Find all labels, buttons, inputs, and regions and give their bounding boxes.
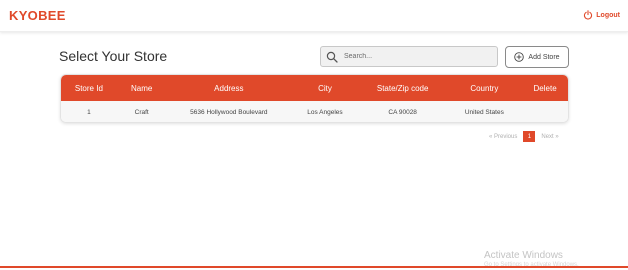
column-header-country: Country: [470, 83, 499, 93]
pagination: « Previous 1 Next »: [489, 131, 559, 142]
logout-label: Logout: [596, 11, 620, 19]
add-store-button[interactable]: Add Store: [505, 46, 569, 68]
search-box[interactable]: [320, 46, 498, 67]
page-number-current[interactable]: 1: [523, 131, 536, 142]
top-navbar: KYOBEE Logout: [0, 0, 628, 32]
cell-state-zip: CA 90028: [388, 109, 417, 116]
brand-logo[interactable]: KYOBEE: [9, 8, 66, 23]
cell-city: Los Angeles: [307, 109, 343, 116]
stores-table: Store Id Name Address City State/Zip cod…: [60, 74, 569, 123]
search-icon: [326, 51, 338, 63]
column-header-state-zip: State/Zip code: [376, 83, 429, 93]
plus-circle-icon: [514, 52, 525, 62]
column-header-name: Name: [131, 83, 153, 93]
next-page-link[interactable]: Next »: [541, 134, 558, 140]
previous-page-link[interactable]: « Previous: [489, 134, 517, 140]
bottom-accent-line: [0, 266, 628, 268]
search-input[interactable]: [344, 53, 484, 60]
table-row[interactable]: 1 Craft 5636 Hollywood Boulevard Los Ang…: [61, 101, 568, 122]
cell-delete[interactable]: [522, 101, 568, 122]
column-header-delete: Delete: [533, 83, 557, 93]
page-title: Select Your Store: [59, 48, 168, 64]
cell-store-id: 1: [87, 109, 91, 116]
cell-address: 5636 Hollywood Boulevard: [190, 109, 268, 116]
cell-name: Craft: [134, 109, 149, 116]
column-header-store-id: Store Id: [74, 83, 103, 93]
cell-country: United States: [464, 109, 504, 116]
add-store-label: Add Store: [528, 53, 560, 61]
column-header-city: City: [318, 83, 332, 93]
column-header-address: Address: [214, 83, 244, 93]
logout-button[interactable]: Logout: [583, 10, 620, 20]
windows-activation-watermark: Activate Windows: [484, 250, 563, 261]
power-icon: [584, 10, 593, 20]
table-header: Store Id Name Address City State/Zip cod…: [61, 75, 568, 101]
